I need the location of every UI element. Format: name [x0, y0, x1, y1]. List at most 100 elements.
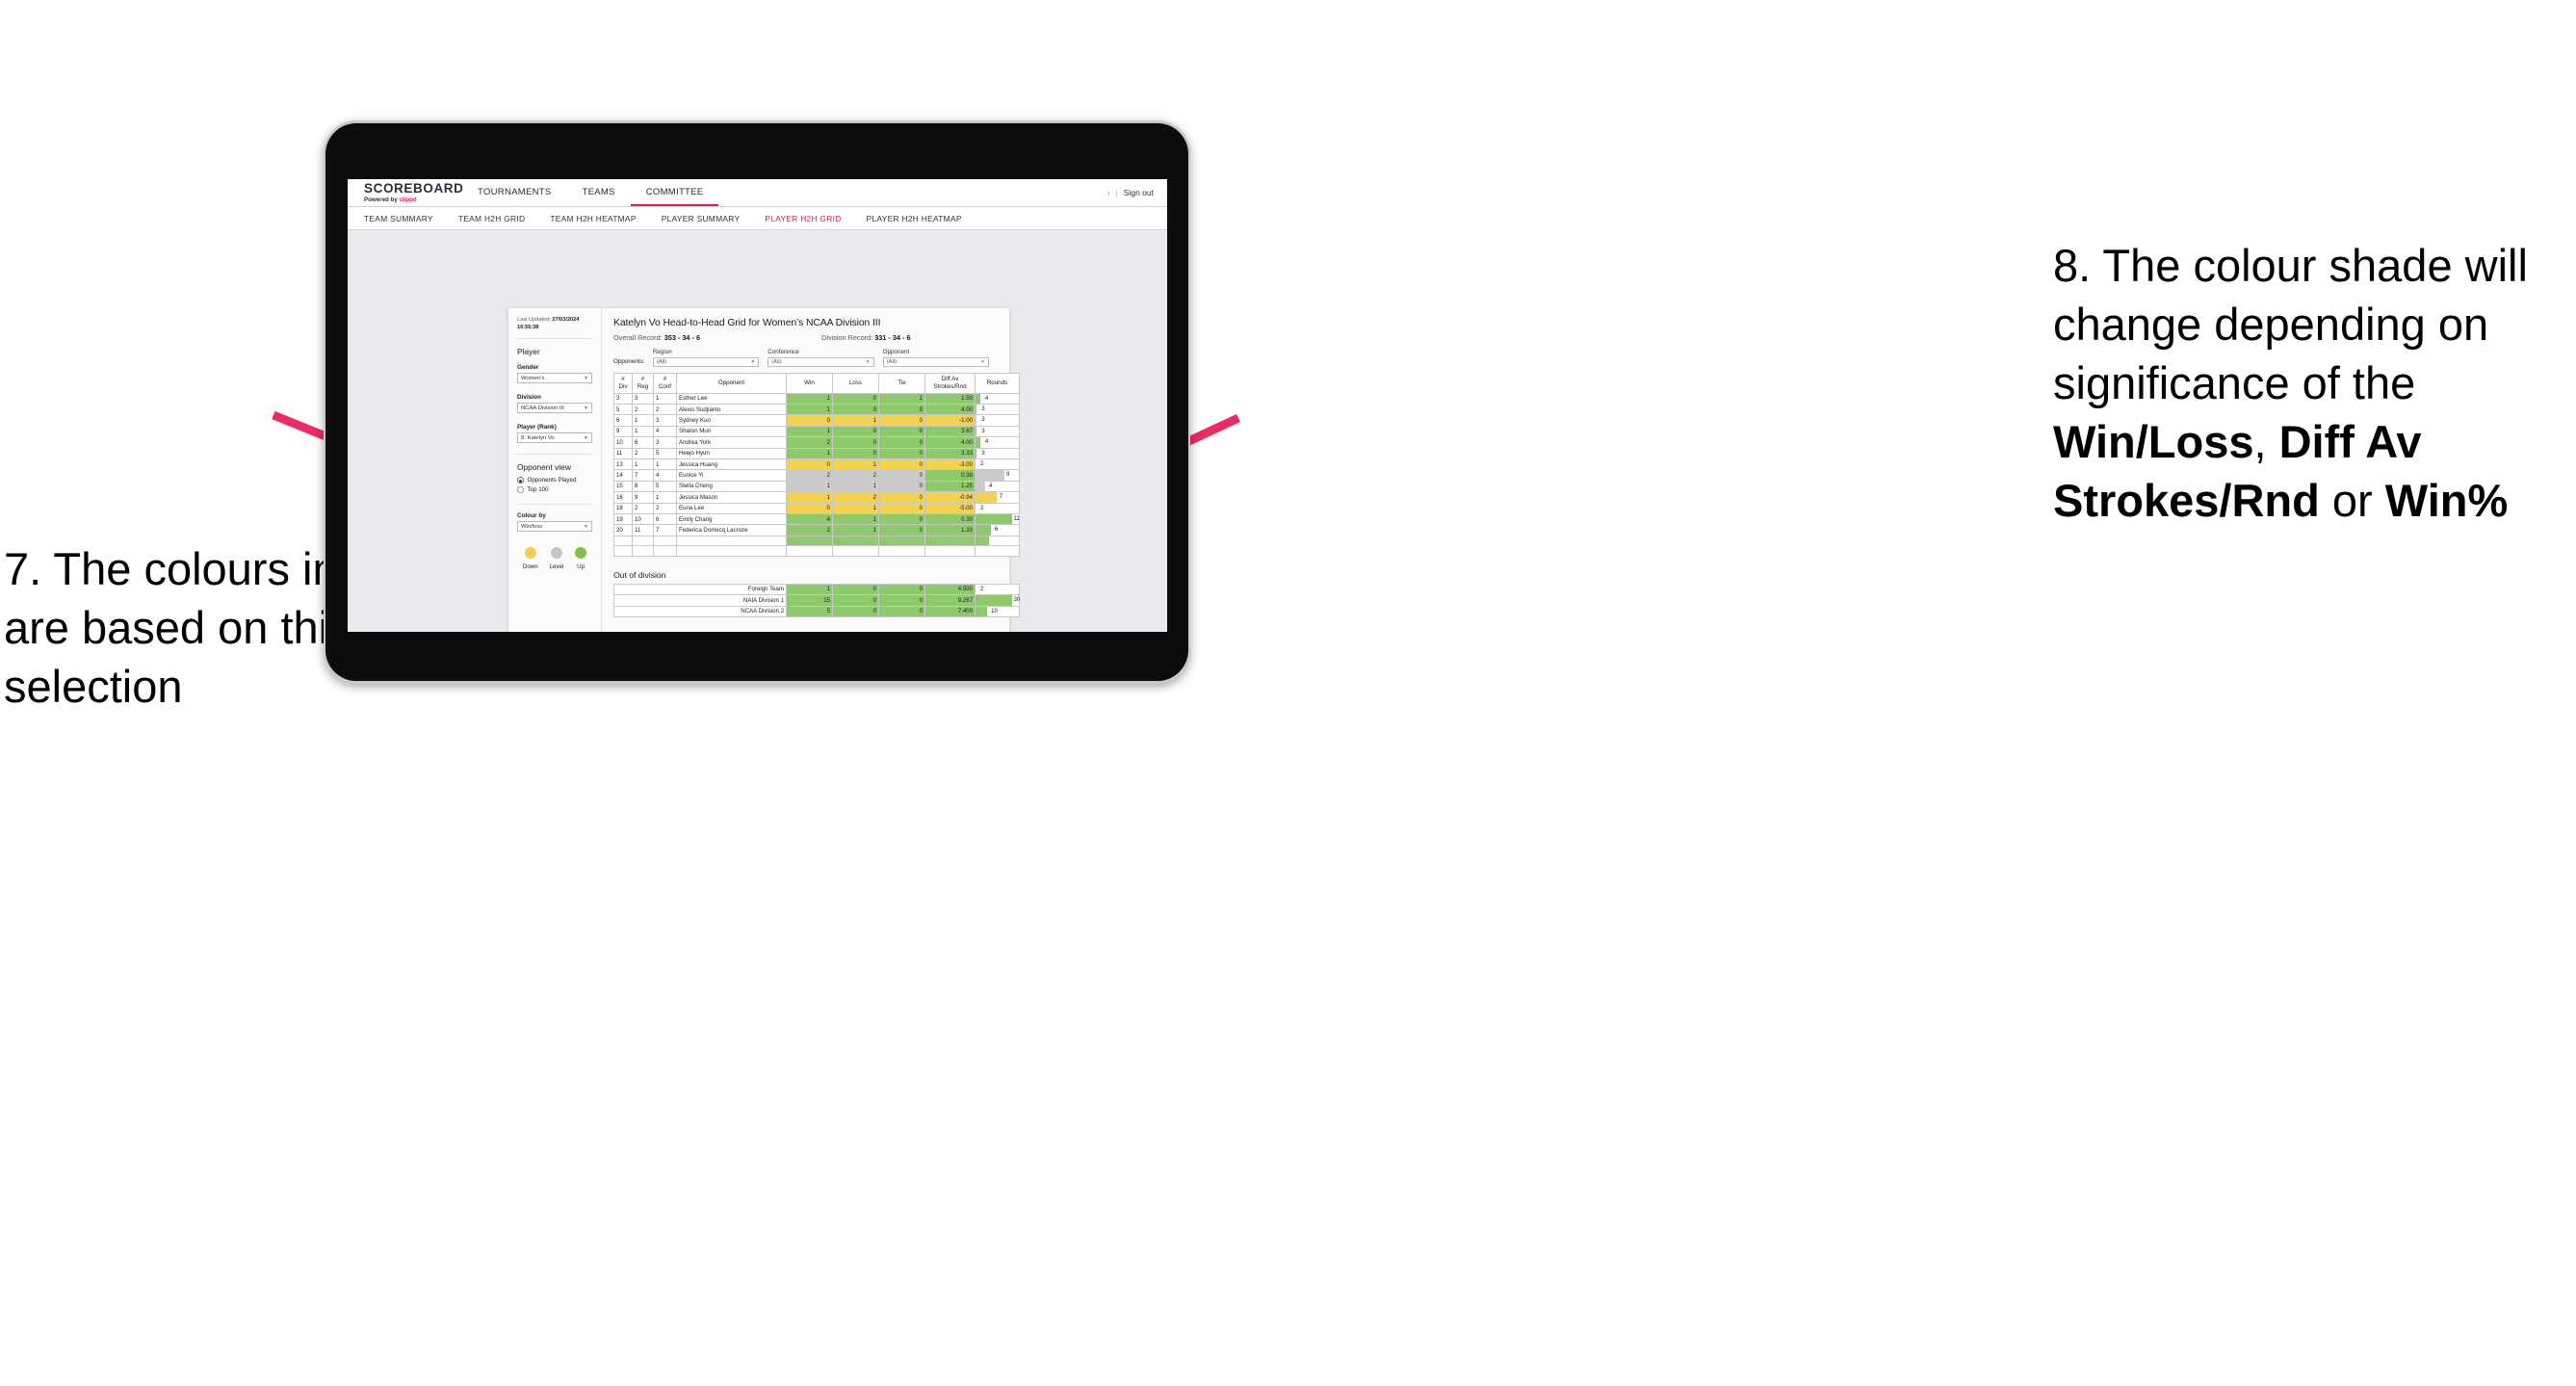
cell-blank [832, 545, 879, 557]
cell-reg: 3 [632, 392, 654, 405]
legend-down-label: Down [522, 563, 538, 571]
cell-tie: 0 [878, 458, 925, 471]
gender-select[interactable]: Women’s ▼ [517, 373, 592, 384]
cell-win: 2 [786, 436, 833, 449]
grid-header: # Div # Reg # Conf Opponent Win Loss Tie Di… [613, 372, 1020, 394]
cell-conf [653, 535, 677, 547]
division-select[interactable]: NCAA Division III ▼ [517, 403, 592, 414]
cell-win: 0 [786, 502, 833, 514]
opponent-view-group: Opponent view Opponents Played Top 100 [517, 462, 592, 493]
signout-link[interactable]: Sign out [1124, 188, 1154, 197]
cell-conf: 1 [653, 392, 677, 405]
cell-diff-av-strokes: 3.67 [924, 425, 976, 438]
chevron-down-icon: ▼ [584, 405, 588, 411]
scoreboard-app: SCOREBOARD Powered by clippd TOURNAMENTS… [348, 179, 1167, 632]
chevron-right-icon[interactable]: › [1107, 189, 1110, 197]
cell-diff-av-strokes [924, 535, 976, 547]
colour-by-filter: Colour by Win/loss ▼ [517, 512, 592, 533]
cell-rounds-value: 3 [981, 405, 985, 412]
table-row[interactable]: 5 2 2 Alexis Sudjianto 1 0 0 4.00 3 [613, 403, 1020, 416]
cell-rounds-bar: 2 [975, 502, 1020, 514]
cell-conf: 3 [653, 414, 677, 427]
rounds-bar [976, 470, 1004, 481]
cell-rounds-bar: 30 [975, 594, 1020, 607]
subnav-team-h2h-grid[interactable]: TEAM H2H GRID [458, 214, 526, 223]
cell-diff-av-strokes: 1.50 [924, 392, 976, 405]
cell-win: 1 [786, 403, 833, 416]
table-row[interactable]: 6 1 3 Sydney Kuo 0 1 0 -1.00 3 [613, 414, 1020, 427]
cell-group-name: NCAA Division 2 [613, 605, 787, 618]
out-of-division-row[interactable]: NAIA Division 1 15 0 0 9.267 30 [613, 594, 1020, 607]
out-of-division-row[interactable]: Foreign Team 1 0 0 4.500 2 [613, 583, 1020, 596]
nav-tournaments[interactable]: TOURNAMENTS [462, 179, 567, 206]
cell-rounds-value: 3 [981, 416, 985, 424]
cell-rounds-bar: 11 [975, 512, 1020, 526]
table-row[interactable]: 3 3 1 Esther Lee 1 0 1 1.50 4 [613, 392, 1020, 405]
cell-tie: 0 [878, 524, 925, 536]
cell-tie: 0 [878, 403, 925, 416]
table-row[interactable]: 18 2 2 Euna Lee 0 1 0 -5.00 2 [613, 502, 1020, 514]
opponent-filters: Opponents: Region (All) ▼ Conference (Al… [613, 349, 998, 367]
player-rank-filter: Player (Rank) 8. Katelyn Vo ▼ [517, 424, 592, 444]
cell-group-name: Foreign Team [613, 583, 787, 596]
cell-reg: 10 [632, 512, 654, 526]
table-row[interactable]: 13 1 1 Jessica Huang 0 1 0 -3.00 2 [613, 458, 1020, 471]
subnav-player-h2h-grid[interactable]: PLAYER H2H GRID [765, 214, 841, 223]
app-header: SCOREBOARD Powered by clippd TOURNAMENTS… [348, 179, 1167, 206]
cell-win: 1 [786, 425, 833, 438]
table-row[interactable]: 14 7 4 Eunice Yi 2 2 0 0.38 9 [613, 469, 1020, 482]
cell-opponent: Alexis Sudjianto [676, 403, 787, 416]
subnav-player-h2h-heatmap[interactable]: PLAYER H2H HEATMAP [867, 214, 962, 223]
subnav-team-summary[interactable]: TEAM SUMMARY [364, 214, 433, 223]
divider [517, 338, 592, 340]
cell-rounds-value: 3 [981, 427, 985, 434]
player-section-title: Player [517, 347, 540, 357]
subnav-team-h2h-heatmap[interactable]: TEAM H2H HEATMAP [550, 214, 636, 223]
division-value: NCAA Division III [521, 405, 564, 411]
table-row[interactable]: 9 1 4 Sharon Mun 1 0 0 3.67 3 [613, 425, 1020, 438]
col-opponent: Opponent [676, 372, 787, 394]
cell-blank [613, 545, 633, 557]
nav-committee[interactable]: COMMITTEE [630, 179, 719, 206]
region-select[interactable]: (All) ▼ [652, 356, 760, 367]
cell-win: 1 [786, 491, 833, 504]
table-row[interactable]: 11 2 5 Heejo Hyun 1 0 0 3.33 3 [613, 447, 1020, 459]
table-row[interactable]: 16 9 1 Jessica Mason 1 2 0 -0.94 7 [613, 491, 1020, 504]
cell-loss [832, 535, 879, 547]
table-row[interactable]: 10 6 3 Andrea York 2 0 0 4.00 4 [613, 436, 1020, 449]
cell-rounds-bar: 2 [975, 583, 1020, 596]
cell-loss: 1 [832, 458, 879, 471]
cell-reg: 9 [632, 491, 654, 504]
cell-reg: 1 [632, 414, 654, 427]
player-rank-select[interactable]: 8. Katelyn Vo ▼ [517, 432, 592, 444]
subnav-player-summary[interactable]: PLAYER SUMMARY [662, 214, 741, 223]
division-record: Division Record: 331 - 34 - 6 [821, 333, 911, 342]
cell-tie: 0 [878, 425, 925, 438]
rounds-bar [976, 606, 988, 617]
colour-by-select[interactable]: Win/loss ▼ [517, 521, 592, 533]
rounds-bar [976, 525, 992, 536]
cell-win: 1 [786, 480, 833, 493]
cell-opponent: Stella Cheng [676, 480, 787, 493]
cell-opponent: Emily Chang [676, 512, 787, 526]
conference-select[interactable]: (All) ▼ [768, 356, 874, 367]
annotation-8: 8. The colour shade will change dependin… [2053, 236, 2573, 530]
table-row[interactable]: 15 8 5 Stella Cheng 1 1 0 1.25 4 [613, 480, 1020, 493]
cell-rounds-bar: 10 [975, 605, 1020, 618]
brand-logo[interactable]: SCOREBOARD Powered by clippd [348, 182, 463, 203]
cell-loss: 0 [832, 605, 879, 618]
radio-selected-icon [517, 477, 524, 484]
radio-opponents-played[interactable]: Opponents Played [517, 477, 592, 484]
table-row[interactable]: 20 11 7 Federica Domecq Lacroze 2 1 0 1.33 6 [613, 524, 1020, 536]
nav-teams[interactable]: TEAMS [567, 179, 631, 206]
out-of-division-row[interactable]: NCAA Division 2 5 0 0 7.400 10 [613, 605, 1020, 618]
legend-up: Up [575, 547, 587, 570]
opponent-select[interactable]: (All) ▼ [882, 356, 989, 367]
radio-top-100[interactable]: Top 100 [517, 486, 592, 493]
cell-div: 10 [613, 436, 633, 449]
cell-win: 0 [786, 458, 833, 471]
cell-diff-av-strokes: 4.00 [924, 403, 976, 416]
cell-loss: 1 [832, 512, 879, 526]
table-row[interactable]: 19 10 6 Emily Chang 4 1 0 0.30 11 [613, 512, 1020, 526]
legend-down-swatch [524, 547, 536, 560]
